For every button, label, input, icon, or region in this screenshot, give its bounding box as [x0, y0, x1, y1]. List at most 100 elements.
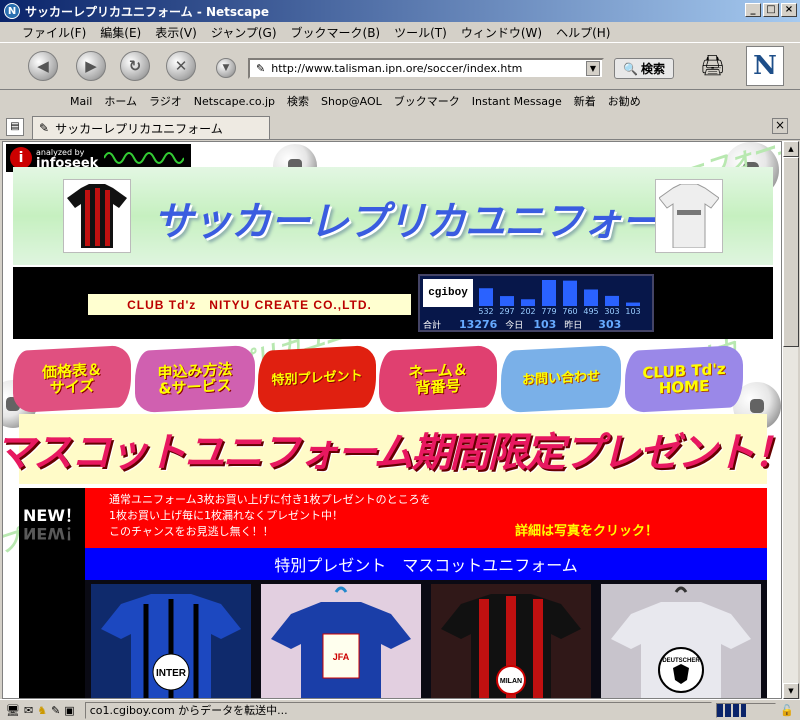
forward-arrow-icon: ▶	[85, 57, 97, 75]
bookmark-im[interactable]: Instant Message	[472, 95, 562, 108]
menu-go[interactable]: ジャンプ(G)	[211, 24, 277, 41]
history-dropdown-button[interactable]: ▼	[216, 58, 236, 78]
url-text: http://www.talisman.ipn.ore/soccer/index…	[271, 62, 523, 75]
mascot-photo-row: INTER JFA MILAN DEUTSCHER	[85, 580, 767, 698]
netscape-logo[interactable]: N	[746, 46, 784, 86]
aim-icon[interactable]: ♞	[37, 704, 47, 717]
navigation-toolbar: ◀ ▶ ↻ ✕ ▼ ✎ http://www.talisman.ipn.ore/…	[0, 42, 800, 90]
menu-view[interactable]: 表示(V)	[155, 24, 197, 41]
counter-bar	[521, 299, 535, 306]
close-button[interactable]: ×	[781, 3, 797, 17]
page-icon: ✎	[256, 62, 266, 75]
menu-bar: ファイル(F) 編集(E) 表示(V) ジャンプ(G) ブックマーク(B) ツー…	[0, 22, 800, 42]
nav-ribbon-row: 価格表＆ サイズ 申込み方法 &サービス 特別プレゼント ネーム＆ 背番号 お問い合わ…	[3, 344, 781, 420]
url-bar[interactable]: ✎ http://www.talisman.ipn.ore/soccer/ind…	[248, 58, 604, 79]
real-madrid-shirt-image	[655, 179, 723, 253]
milan-crest-text: MILAN	[500, 678, 522, 685]
counter-bar	[479, 288, 493, 306]
url-dropdown-icon[interactable]: ▼	[586, 61, 600, 76]
print-icon[interactable]: 🖨	[700, 53, 725, 77]
back-arrow-icon: ◀	[37, 57, 49, 75]
counter-bar-label: 103	[625, 307, 640, 316]
photo-inter[interactable]: INTER	[91, 584, 251, 698]
nav-special-present[interactable]: 特別プレゼント	[258, 344, 376, 414]
composer-icon[interactable]: ✎	[51, 704, 60, 717]
chevron-down-icon: ▼	[222, 63, 230, 73]
scroll-up-arrow[interactable]: ▲	[783, 141, 799, 157]
new-badge: NEW！ NEW！	[19, 488, 85, 698]
photo-japan[interactable]: JFA	[261, 584, 421, 698]
vertical-scrollbar[interactable]: ▲ ▼	[782, 141, 799, 699]
search-button-label: 検索	[640, 62, 665, 76]
scroll-down-arrow[interactable]: ▼	[783, 683, 799, 699]
bookmark-home[interactable]: ホーム	[104, 93, 137, 109]
nav-label: お問い合わせ	[521, 368, 600, 389]
address-book-icon[interactable]: ▣	[64, 704, 74, 717]
total-value: 13276	[459, 317, 498, 331]
stop-button[interactable]: ✕	[166, 51, 196, 81]
bookmark-radio[interactable]: ラジオ	[149, 93, 182, 109]
menu-help[interactable]: ヘルプ(H)	[556, 24, 610, 41]
promo-line: 1枚お買い上げ毎に1枚漏れなくプレゼント中！	[109, 509, 343, 522]
photo-germany[interactable]: DEUTSCHER	[601, 584, 761, 698]
status-bar: 🖥 ✉ ♞ ✎ ▣ co1.cgiboy.com からデータを転送中... 🔓	[0, 699, 800, 720]
counter-bar-label: 495	[583, 307, 598, 316]
bookmark-folder[interactable]: ブックマーク	[394, 93, 460, 109]
counter-bar-label: 532	[478, 307, 493, 316]
nav-price-size[interactable]: 価格表＆ サイズ	[13, 344, 131, 414]
menu-window[interactable]: ウィンドウ(W)	[461, 24, 542, 41]
jfa-crest-text: JFA	[333, 652, 350, 662]
promo-line: このチャンスをお見逃し無く！！	[109, 525, 274, 538]
bookmark-mail[interactable]: Mail	[70, 95, 92, 108]
bookmark-netscape[interactable]: Netscape.co.jp	[194, 95, 275, 108]
nav-contact[interactable]: お問い合わせ	[501, 344, 621, 414]
scroll-thumb[interactable]	[783, 157, 799, 347]
section-title: 特別プレゼント マスコットユニフォーム	[274, 556, 578, 575]
promo-title: マスコットユニフォーム期間限定プレゼント！	[2, 430, 782, 476]
counter-bar	[605, 295, 619, 306]
yesterday-value: 303	[598, 317, 622, 331]
forward-button[interactable]: ▶	[76, 51, 106, 81]
photo-milan[interactable]: MILAN	[431, 584, 591, 698]
close-tab-button[interactable]: ×	[772, 118, 788, 134]
search-button[interactable]: 🔍 検索	[614, 58, 674, 79]
mail-icon[interactable]: ✉	[24, 704, 33, 717]
info-band: CLUB Td'z NITYU CREATE CO.,LTD. cgiboy 5…	[13, 267, 773, 339]
minimize-button[interactable]: _	[745, 3, 761, 17]
bookmark-recommended[interactable]: お勧め	[608, 93, 641, 109]
counter-bar	[563, 280, 577, 306]
menu-tools[interactable]: ツール(T)	[394, 24, 447, 41]
info-icon: i	[10, 147, 32, 169]
maximize-button[interactable]: □	[763, 3, 779, 17]
reload-button[interactable]: ↻	[120, 51, 150, 81]
inter-crest-text: INTER	[156, 668, 187, 679]
access-counter[interactable]: cgiboy 532 297 202 779 760 495 303 103 合計 13276…	[418, 274, 654, 332]
bookmark-shop[interactable]: Shop@AOL	[321, 95, 382, 108]
window-title: サッカーレプリカユニフォーム - Netscape	[25, 4, 269, 19]
status-text: co1.cgiboy.com からデータを転送中...	[84, 701, 713, 719]
nav-club-home[interactable]: CLUB Td'z HOME	[625, 344, 743, 414]
promo-line: 通常ユニフォーム3枚お買い上げに付き1枚プレゼントのところを	[109, 493, 431, 506]
bookmark-search[interactable]: 検索	[287, 93, 309, 109]
today-label: 今日	[505, 320, 524, 331]
menu-edit[interactable]: 編集(E)	[100, 24, 141, 41]
progress-bar	[716, 702, 777, 718]
tab-bar: ▤ ✎ サッカーレプリカユニフォーム ×	[0, 112, 800, 140]
menu-bookmarks[interactable]: ブックマーク(B)	[291, 24, 381, 41]
new-tab-icon[interactable]: ▤	[6, 118, 24, 136]
nav-name-number[interactable]: ネーム＆ 背番号	[379, 344, 497, 414]
tab-current[interactable]: ✎ サッカーレプリカユニフォーム	[32, 116, 270, 139]
security-icon[interactable]: 🖥	[6, 704, 20, 717]
bookmark-new[interactable]: 新着	[574, 93, 596, 109]
menu-file[interactable]: ファイル(F)	[22, 24, 86, 41]
counter-bar	[584, 289, 598, 306]
counter-bar-label: 779	[541, 307, 556, 316]
reload-icon: ↻	[128, 57, 142, 75]
page-viewport: レプリカユニフォーム レプリカユニフォーム レプリカ レプリ i analyze…	[2, 141, 782, 699]
lock-icon[interactable]: 🔓	[780, 704, 794, 717]
nav-order-service[interactable]: 申込み方法 &サービス	[135, 344, 255, 414]
counter-bar-label: 760	[562, 307, 577, 316]
back-button[interactable]: ◀	[28, 51, 58, 81]
counter-bar	[542, 280, 556, 306]
counter-bar-label: 297	[499, 307, 514, 316]
